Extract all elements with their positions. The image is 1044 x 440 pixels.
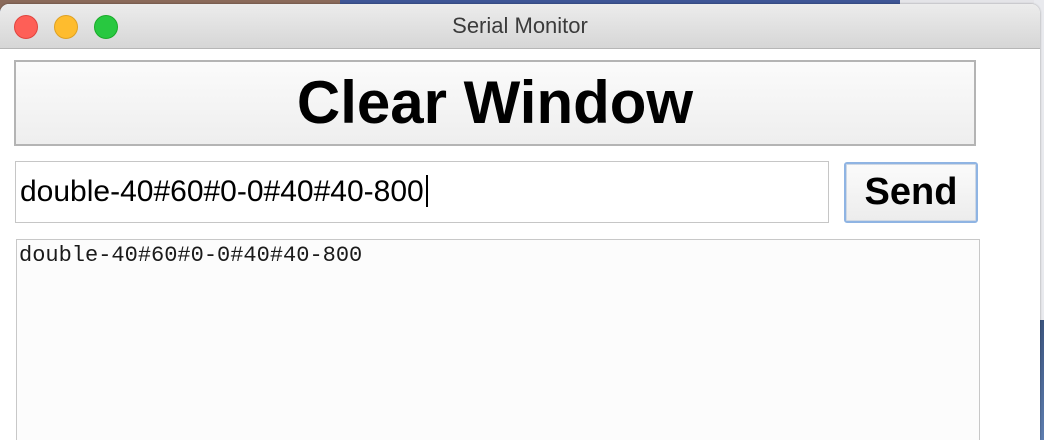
send-button[interactable]: Send: [844, 162, 978, 223]
window-content: Clear Window double-40#60#0-0#40#40-800 …: [0, 49, 1040, 440]
output-line: double-40#60#0-0#40#40-800: [19, 243, 363, 268]
text-caret: [425, 175, 428, 208]
serial-output-area[interactable]: double-40#60#0-0#40#40-800: [16, 239, 980, 440]
window-title: Serial Monitor: [452, 13, 588, 38]
serial-monitor-window: Serial Monitor Clear Window double-40#60…: [0, 4, 1040, 440]
clear-window-button[interactable]: Clear Window: [14, 60, 976, 146]
serial-input-field[interactable]: double-40#60#0-0#40#40-800: [15, 161, 829, 223]
serial-input-text: double-40#60#0-0#40#40-800: [20, 175, 424, 208]
title-bar[interactable]: Serial Monitor: [0, 4, 1040, 49]
